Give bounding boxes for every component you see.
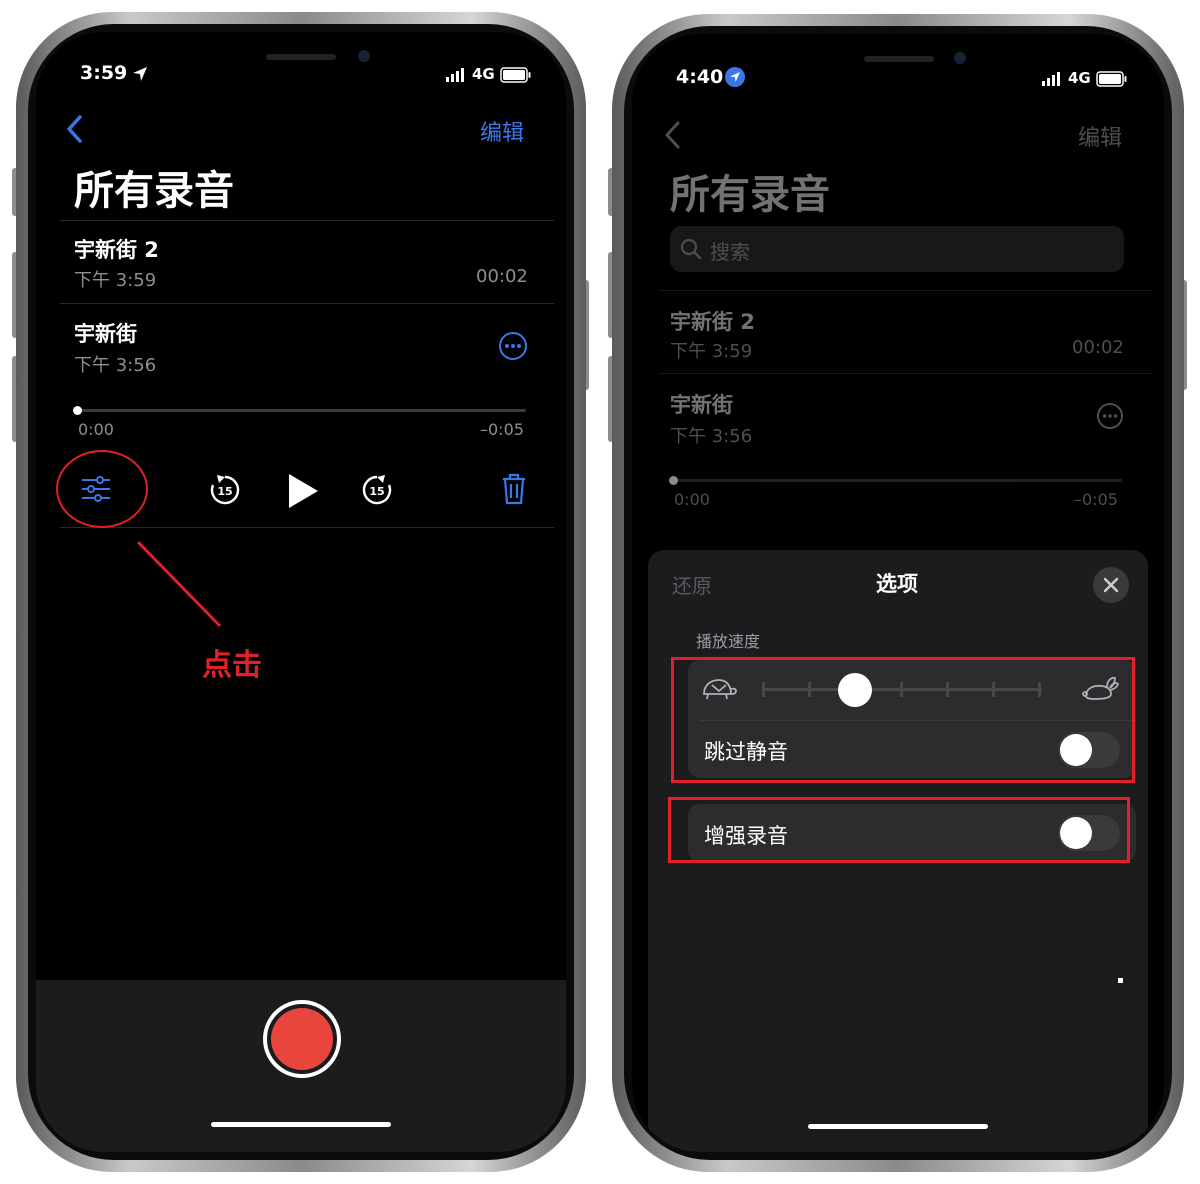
- recording-name: 宇新街: [670, 393, 733, 417]
- location-arrow-icon: [133, 67, 147, 81]
- page-title: 所有录音: [74, 168, 234, 214]
- battery-icon: [1096, 71, 1127, 87]
- cellular-signal-icon: [1042, 72, 1060, 86]
- speed-section-label: 播放速度: [696, 632, 761, 651]
- back-chevron-icon[interactable]: [662, 120, 682, 150]
- status-time: 3:59: [80, 62, 128, 84]
- highlight-circle: [56, 450, 148, 528]
- edit-button[interactable]: 编辑: [1078, 120, 1122, 152]
- trash-icon[interactable]: [500, 472, 528, 506]
- left-phone-frame: 3:59 4G 编辑 所有录音 宇新街 2 下午 3:59 00:02 宇新街 …: [16, 12, 586, 1172]
- record-button[interactable]: [263, 1000, 341, 1078]
- divider: [60, 220, 554, 221]
- skip-forward-15-icon[interactable]: 15: [360, 473, 394, 507]
- speaker-grille: [864, 56, 934, 62]
- battery-icon: [500, 67, 531, 83]
- recording-name: 宇新街 2: [74, 238, 159, 262]
- close-icon: [1103, 577, 1119, 593]
- divider: [60, 527, 554, 528]
- remaining-time: –0:05: [1074, 490, 1118, 509]
- search-field[interactable]: 搜索: [670, 226, 1124, 272]
- cellular-signal-icon: [446, 68, 464, 82]
- playback-scrubber[interactable]: [672, 479, 1122, 482]
- recording-duration: 00:02: [476, 266, 528, 287]
- front-camera: [954, 52, 966, 64]
- highlight-box-enhance: [668, 797, 1130, 863]
- recording-name: 宇新街: [74, 322, 137, 346]
- elapsed-time: 0:00: [78, 420, 114, 439]
- divider: [658, 290, 1152, 291]
- edit-button[interactable]: 编辑: [480, 115, 524, 147]
- network-type: 4G: [472, 65, 495, 83]
- elapsed-time: 0:00: [674, 490, 710, 509]
- record-dot: [271, 1008, 333, 1070]
- right-phone-frame: 4:40 4G 编辑 所有录音 搜索 宇新街 2 下午 3:59 00:02 宇…: [612, 14, 1184, 1172]
- play-icon[interactable]: [286, 472, 320, 510]
- more-options-icon[interactable]: [1096, 402, 1124, 430]
- divider: [60, 303, 554, 304]
- recording-time: 下午 3:59: [74, 270, 157, 291]
- remaining-time: –0:05: [480, 420, 524, 439]
- sheet-title: 选项: [876, 572, 918, 596]
- search-placeholder: 搜索: [710, 240, 750, 264]
- scrubber-handle[interactable]: [669, 476, 678, 485]
- divider: [658, 373, 1152, 374]
- right-phone-screen: 4:40 4G 编辑 所有录音 搜索 宇新街 2 下午 3:59 00:02 宇…: [632, 34, 1164, 1152]
- recording-name: 宇新街 2: [670, 310, 755, 334]
- close-button[interactable]: [1093, 567, 1129, 603]
- skip-forward-label: 15: [369, 485, 384, 498]
- left-phone-screen: 3:59 4G 编辑 所有录音 宇新街 2 下午 3:59 00:02 宇新街 …: [36, 32, 566, 1152]
- recording-time: 下午 3:56: [670, 426, 753, 447]
- annotation-label: 点击: [202, 648, 262, 683]
- recording-duration: 00:02: [1072, 337, 1124, 358]
- skip-back-15-icon[interactable]: 15: [208, 473, 242, 507]
- page-title: 所有录音: [670, 172, 830, 218]
- more-options-icon[interactable]: [498, 331, 528, 361]
- playback-scrubber[interactable]: [76, 409, 526, 412]
- home-indicator: [808, 1124, 988, 1129]
- recording-time: 下午 3:56: [74, 355, 157, 376]
- scrubber-handle[interactable]: [73, 406, 82, 415]
- back-chevron-icon[interactable]: [64, 114, 84, 144]
- home-indicator: [211, 1122, 391, 1127]
- highlight-box-speed: [671, 657, 1135, 783]
- skip-back-label: 15: [217, 485, 232, 498]
- reset-button[interactable]: 还原: [672, 570, 712, 599]
- search-icon: [680, 238, 702, 260]
- status-time: 4:40: [676, 66, 724, 88]
- front-camera: [358, 50, 370, 62]
- network-type: 4G: [1068, 69, 1091, 87]
- location-active-icon: [725, 67, 745, 87]
- recording-time: 下午 3:59: [670, 341, 753, 362]
- annotation-arrow: [136, 540, 222, 628]
- speaker-grille: [266, 54, 336, 60]
- dot-artifact: [1118, 978, 1123, 983]
